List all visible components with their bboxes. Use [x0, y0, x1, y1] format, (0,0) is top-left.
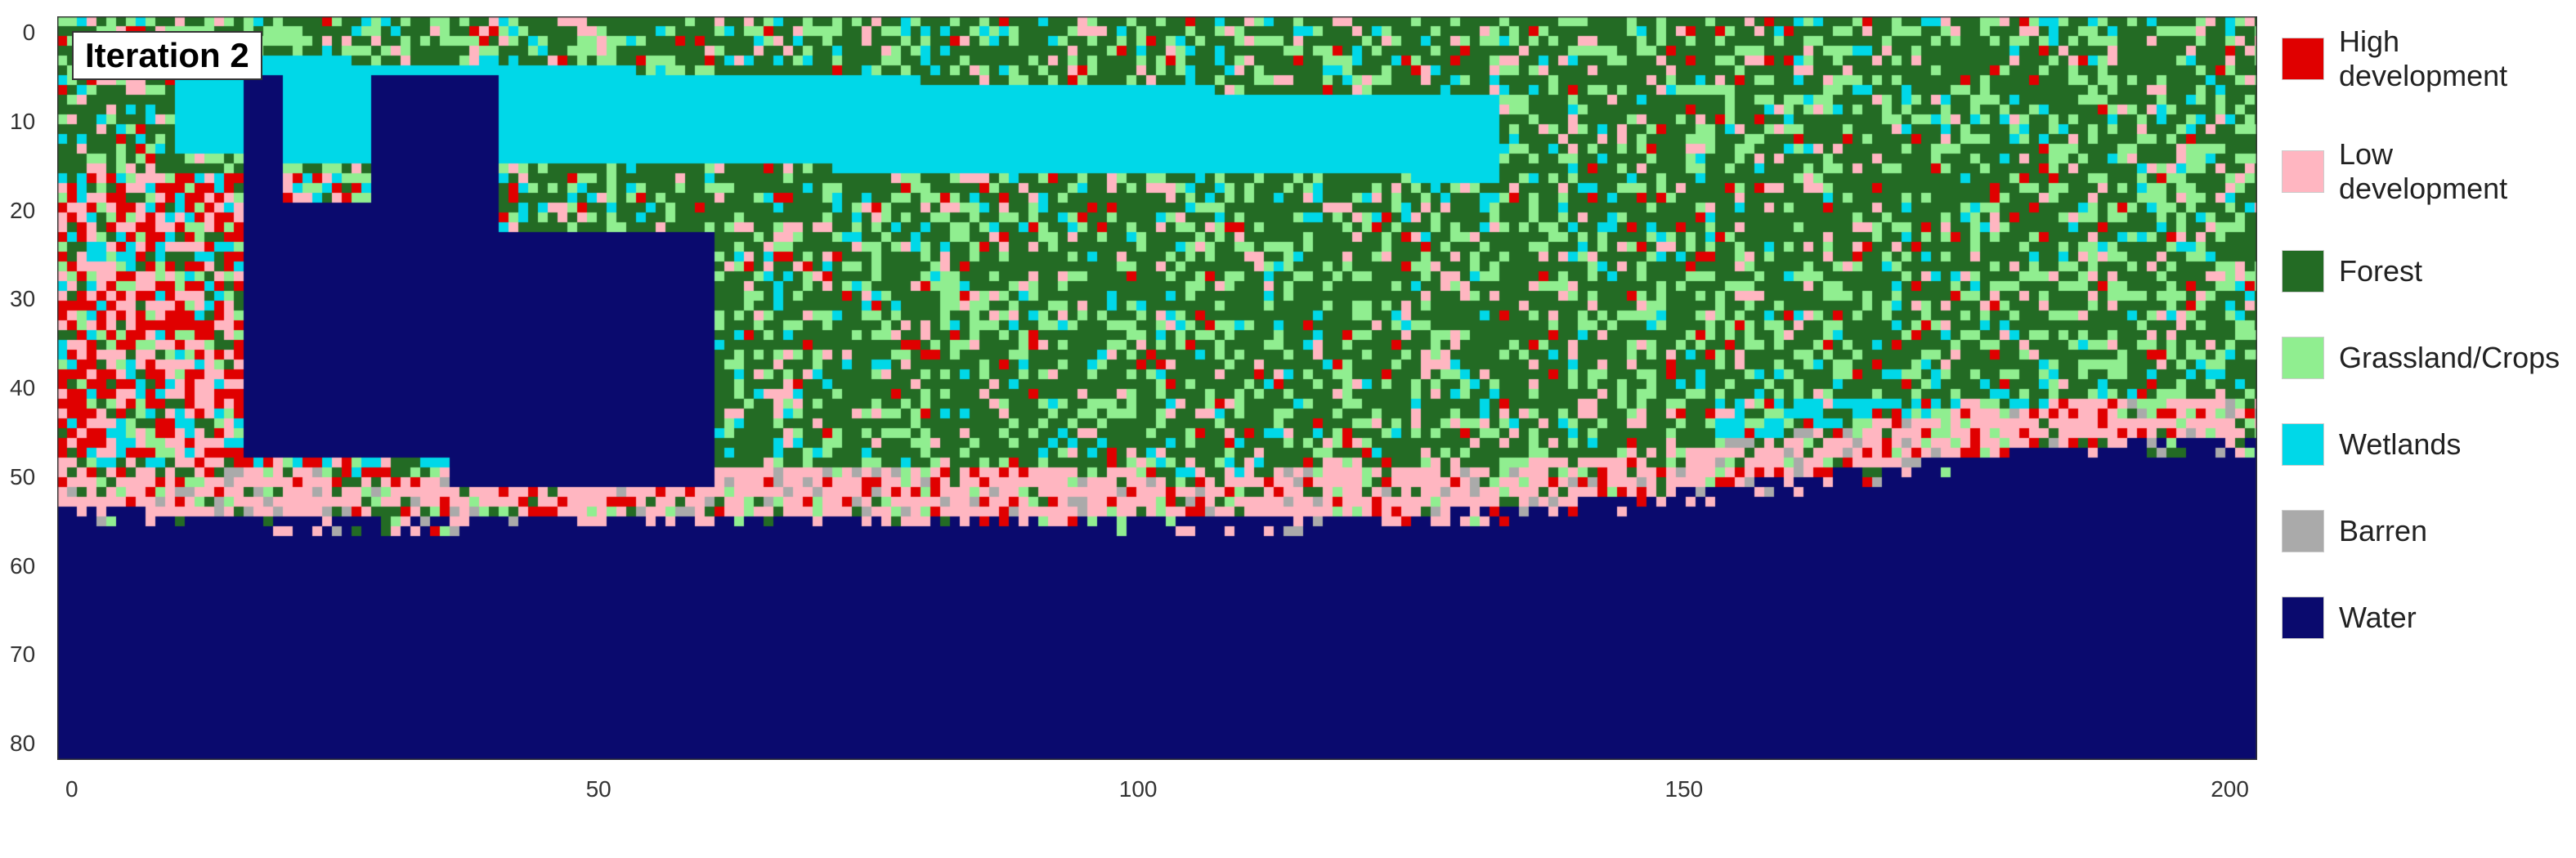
legend-item-wetlands: Wetlands: [2282, 423, 2551, 466]
x-tick-1: 50: [586, 776, 612, 802]
legend-label-grassland-crops: Grassland/Crops: [2339, 341, 2560, 375]
y-tick-5: 50: [10, 464, 35, 490]
y-tick-0: 0: [23, 20, 36, 46]
x-tick-3: 150: [1665, 776, 1704, 802]
legend-swatch-high-development: [2282, 38, 2324, 80]
legend-item-water: Water: [2282, 597, 2551, 639]
legend-label-wetlands: Wetlands: [2339, 427, 2461, 462]
y-tick-2: 20: [10, 198, 35, 224]
y-tick-7: 70: [10, 641, 35, 668]
main-container: Iteration 2 0 50 100 150 200 0 10 20 30 …: [0, 0, 2576, 858]
legend-swatch-water: [2282, 597, 2324, 639]
x-tick-0: 0: [65, 776, 78, 802]
map-canvas: [57, 16, 2257, 760]
legend-label-barren: Barren: [2339, 514, 2427, 548]
y-tick-8: 80: [10, 731, 35, 757]
legend-item-low-development: Low development: [2282, 137, 2551, 206]
legend-swatch-barren: [2282, 510, 2324, 552]
legend-label-forest: Forest: [2339, 254, 2422, 288]
y-tick-3: 30: [10, 286, 35, 312]
legend-item-grassland-crops: Grassland/Crops: [2282, 337, 2551, 379]
legend-item-barren: Barren: [2282, 510, 2551, 552]
legend-swatch-forest: [2282, 250, 2324, 293]
legend-swatch-grassland-crops: [2282, 337, 2324, 379]
iteration-label: Iteration 2: [72, 31, 262, 80]
legend-item-forest: Forest: [2282, 250, 2551, 293]
x-tick-2: 100: [1119, 776, 1158, 802]
legend-area: High development Low development Forest Gra…: [2257, 16, 2568, 809]
legend-swatch-wetlands: [2282, 423, 2324, 466]
legend-label-water: Water: [2339, 601, 2417, 635]
y-tick-6: 60: [10, 553, 35, 579]
legend-item-high-development: High development: [2282, 25, 2551, 93]
legend-label-low-development: Low development: [2339, 137, 2551, 206]
map-wrapper: Iteration 2 0 50 100 150 200 0 10 20 30 …: [57, 16, 2257, 760]
legend-swatch-low-development: [2282, 150, 2324, 193]
x-tick-4: 200: [2211, 776, 2249, 802]
y-tick-4: 40: [10, 375, 35, 401]
legend-label-high-development: High development: [2339, 25, 2551, 93]
y-tick-1: 10: [10, 109, 35, 135]
